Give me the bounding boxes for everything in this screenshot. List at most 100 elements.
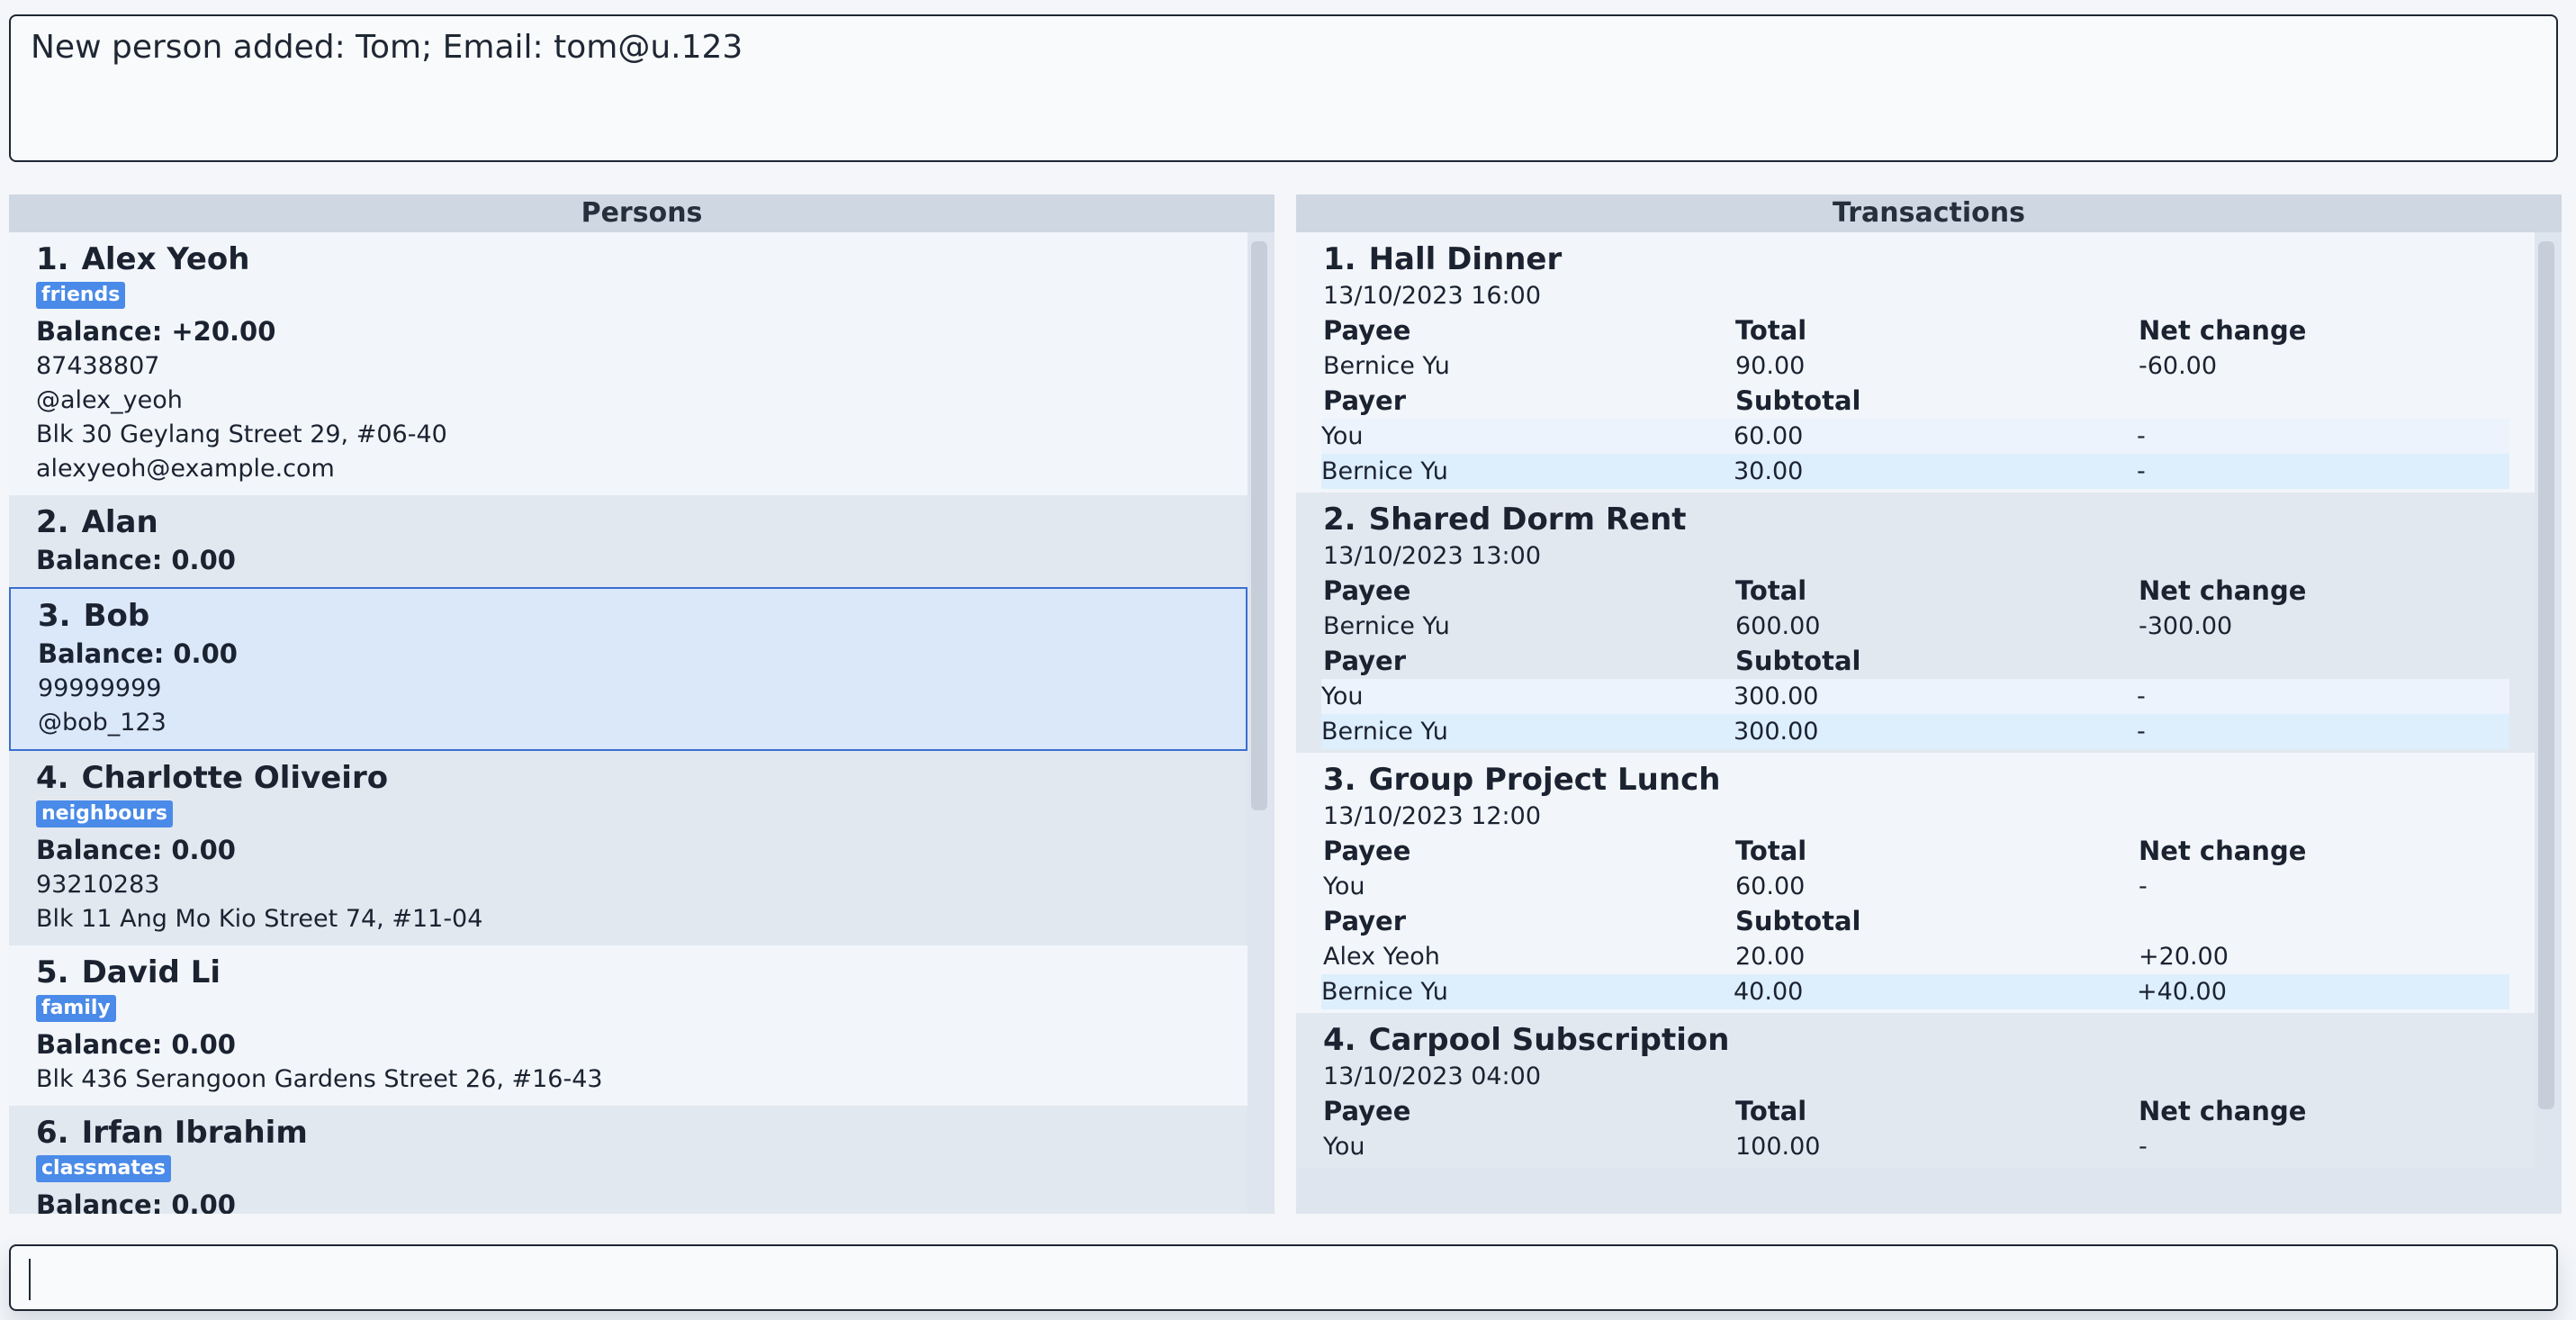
person-address: Blk 436 Serangoon Gardens Street 26, #16… — [36, 1065, 603, 1093]
result-display: New person added: Tom; Email: tom@u.123 — [9, 14, 2558, 162]
payee-total: 100.00 — [1735, 1133, 1821, 1161]
person-balance: Balance: 0.00 — [36, 1029, 236, 1060]
persons-scrollbar[interactable] — [1247, 232, 1274, 1214]
person-name-row: 4. Charlotte Oliveiro — [36, 758, 1220, 798]
net-change-label: Net change — [2139, 315, 2307, 346]
payer-label: Payer — [1323, 906, 1407, 936]
payer-net-change: - — [2137, 422, 2146, 450]
person-address: Blk 11 Ang Mo Kio Street 74, #11-04 — [36, 905, 483, 933]
persons-list[interactable]: 1. Alex Yeoh friends Balance: +20.00 8743… — [9, 232, 1274, 1214]
person-tag: classmates — [36, 1155, 171, 1182]
person-name-row: 3. Bob — [38, 596, 1219, 636]
person-name: David Li — [81, 954, 221, 990]
transaction-index: 3. — [1323, 762, 1356, 798]
payee-header-row: Payee Total Net change — [1323, 574, 2508, 609]
transaction-title: Carpool Subscription — [1368, 1022, 1730, 1058]
persons-scrollbar-thumb[interactable] — [1251, 241, 1267, 810]
person-phone: 99999999 — [38, 674, 162, 702]
person-index: 2. — [36, 504, 69, 540]
person-card[interactable]: 5. David Li family Balance: 0.00 Blk 436 … — [9, 945, 1247, 1106]
person-index: 3. — [38, 598, 71, 634]
transaction-card[interactable]: 4. Carpool Subscription 13/10/2023 04:00 … — [1296, 1013, 2535, 1168]
person-index: 6. — [36, 1115, 69, 1151]
transaction-card[interactable]: 1. Hall Dinner 13/10/2023 16:00 Payee Tot… — [1296, 232, 2535, 493]
total-label: Total — [1735, 1096, 1807, 1126]
payer-net-change: - — [2137, 457, 2146, 485]
payer-header-row: Payer Subtotal — [1323, 384, 2508, 419]
person-name-row: 5. David Li — [36, 953, 1220, 992]
payer-row: You 60.00 - — [1321, 419, 2509, 454]
transaction-card[interactable]: 3. Group Project Lunch 13/10/2023 12:00 P… — [1296, 753, 2535, 1013]
payer-subtotal: 30.00 — [1734, 457, 1804, 485]
person-card-selected[interactable]: 3. Bob Balance: 0.00 99999999 @bob_123 — [9, 587, 1247, 751]
person-card[interactable]: 1. Alex Yeoh friends Balance: +20.00 8743… — [9, 232, 1247, 495]
payee-header-row: Payee Total Net change — [1323, 1094, 2508, 1129]
person-card[interactable]: 6. Irfan Ibrahim classmates Balance: 0.00 — [9, 1106, 1247, 1214]
payee-label: Payee — [1323, 836, 1411, 866]
payee-row: Bernice Yu 90.00 -60.00 — [1323, 348, 2508, 384]
person-phone: 87438807 — [36, 352, 160, 380]
payee-total: 90.00 — [1735, 352, 1806, 380]
net-change-label: Net change — [2139, 836, 2307, 866]
transaction-title-row: 4. Carpool Subscription — [1323, 1020, 2508, 1060]
transaction-datetime: 13/10/2023 12:00 — [1323, 802, 1542, 830]
command-input[interactable] — [25, 1255, 2540, 1302]
payee-label: Payee — [1323, 315, 1411, 346]
transactions-scrollbar-thumb[interactable] — [2538, 241, 2554, 1109]
transaction-title: Hall Dinner — [1368, 241, 1563, 277]
payee-header-row: Payee Total Net change — [1323, 313, 2508, 348]
payer-label: Payer — [1323, 646, 1407, 676]
transactions-panel: Transactions 1. Hall Dinner 13/10/2023 16… — [1296, 194, 2562, 1214]
person-balance: Balance: 0.00 — [36, 835, 236, 865]
net-change-label: Net change — [2139, 575, 2307, 606]
transaction-card[interactable]: 2. Shared Dorm Rent 13/10/2023 13:00 Paye… — [1296, 493, 2535, 753]
total-label: Total — [1735, 836, 1807, 866]
person-card[interactable]: 2. Alan Balance: 0.00 — [9, 495, 1247, 587]
payer-header-row: Payer Subtotal — [1323, 904, 2508, 939]
person-index: 5. — [36, 954, 69, 990]
person-tag: friends — [36, 282, 126, 309]
payee-row: You 60.00 - — [1323, 869, 2508, 904]
person-name-row: 2. Alan — [36, 502, 1220, 542]
person-telegram: @bob_123 — [38, 709, 167, 737]
transaction-datetime: 13/10/2023 13:00 — [1323, 542, 1542, 570]
payer-name: Bernice Yu — [1321, 718, 1448, 746]
payee-row: You 100.00 - — [1323, 1129, 2508, 1164]
payer-name: Alex Yeoh — [1323, 943, 1440, 971]
payer-label: Payer — [1323, 385, 1407, 416]
transaction-index: 2. — [1323, 502, 1356, 538]
transaction-title-row: 1. Hall Dinner — [1323, 240, 2508, 279]
payee-name: You — [1323, 1133, 1365, 1161]
transactions-scrollbar[interactable] — [2535, 232, 2562, 1214]
person-address: Blk 30 Geylang Street 29, #06-40 — [36, 420, 447, 448]
payer-row: Bernice Yu 300.00 - — [1321, 714, 2509, 749]
payee-net-change: -300.00 — [2139, 612, 2233, 640]
payee-total: 600.00 — [1735, 612, 1821, 640]
total-label: Total — [1735, 575, 1807, 606]
person-index: 1. — [36, 241, 69, 277]
person-telegram: @alex_yeoh — [36, 386, 183, 414]
person-tag: neighbours — [36, 800, 174, 827]
person-tag: family — [36, 995, 116, 1022]
person-email: alexyeoh@example.com — [36, 455, 335, 483]
transactions-list[interactable]: 1. Hall Dinner 13/10/2023 16:00 Payee Tot… — [1296, 232, 2562, 1214]
text-caret — [29, 1259, 31, 1300]
payer-name: Bernice Yu — [1321, 978, 1448, 1006]
command-box[interactable] — [9, 1244, 2558, 1311]
subtotal-label: Subtotal — [1735, 646, 1861, 676]
transaction-title-row: 2. Shared Dorm Rent — [1323, 500, 2508, 539]
net-change-label: Net change — [2139, 1096, 2307, 1126]
person-index: 4. — [36, 760, 69, 796]
payee-name: You — [1323, 872, 1365, 900]
payee-total: 60.00 — [1735, 872, 1806, 900]
payer-subtotal: 40.00 — [1734, 978, 1804, 1006]
result-text: New person added: Tom; Email: tom@u.123 — [31, 29, 743, 66]
person-card[interactable]: 4. Charlotte Oliveiro neighbours Balance:… — [9, 751, 1247, 945]
payer-row: Bernice Yu 40.00 +40.00 — [1321, 974, 2509, 1009]
transaction-title-row: 3. Group Project Lunch — [1323, 760, 2508, 800]
person-name: Charlotte Oliveiro — [81, 760, 389, 796]
payer-header-row: Payer Subtotal — [1323, 644, 2508, 679]
transactions-panel-title: Transactions — [1296, 194, 2562, 232]
person-balance: Balance: 0.00 — [36, 1189, 236, 1214]
person-name: Alex Yeoh — [81, 241, 250, 277]
